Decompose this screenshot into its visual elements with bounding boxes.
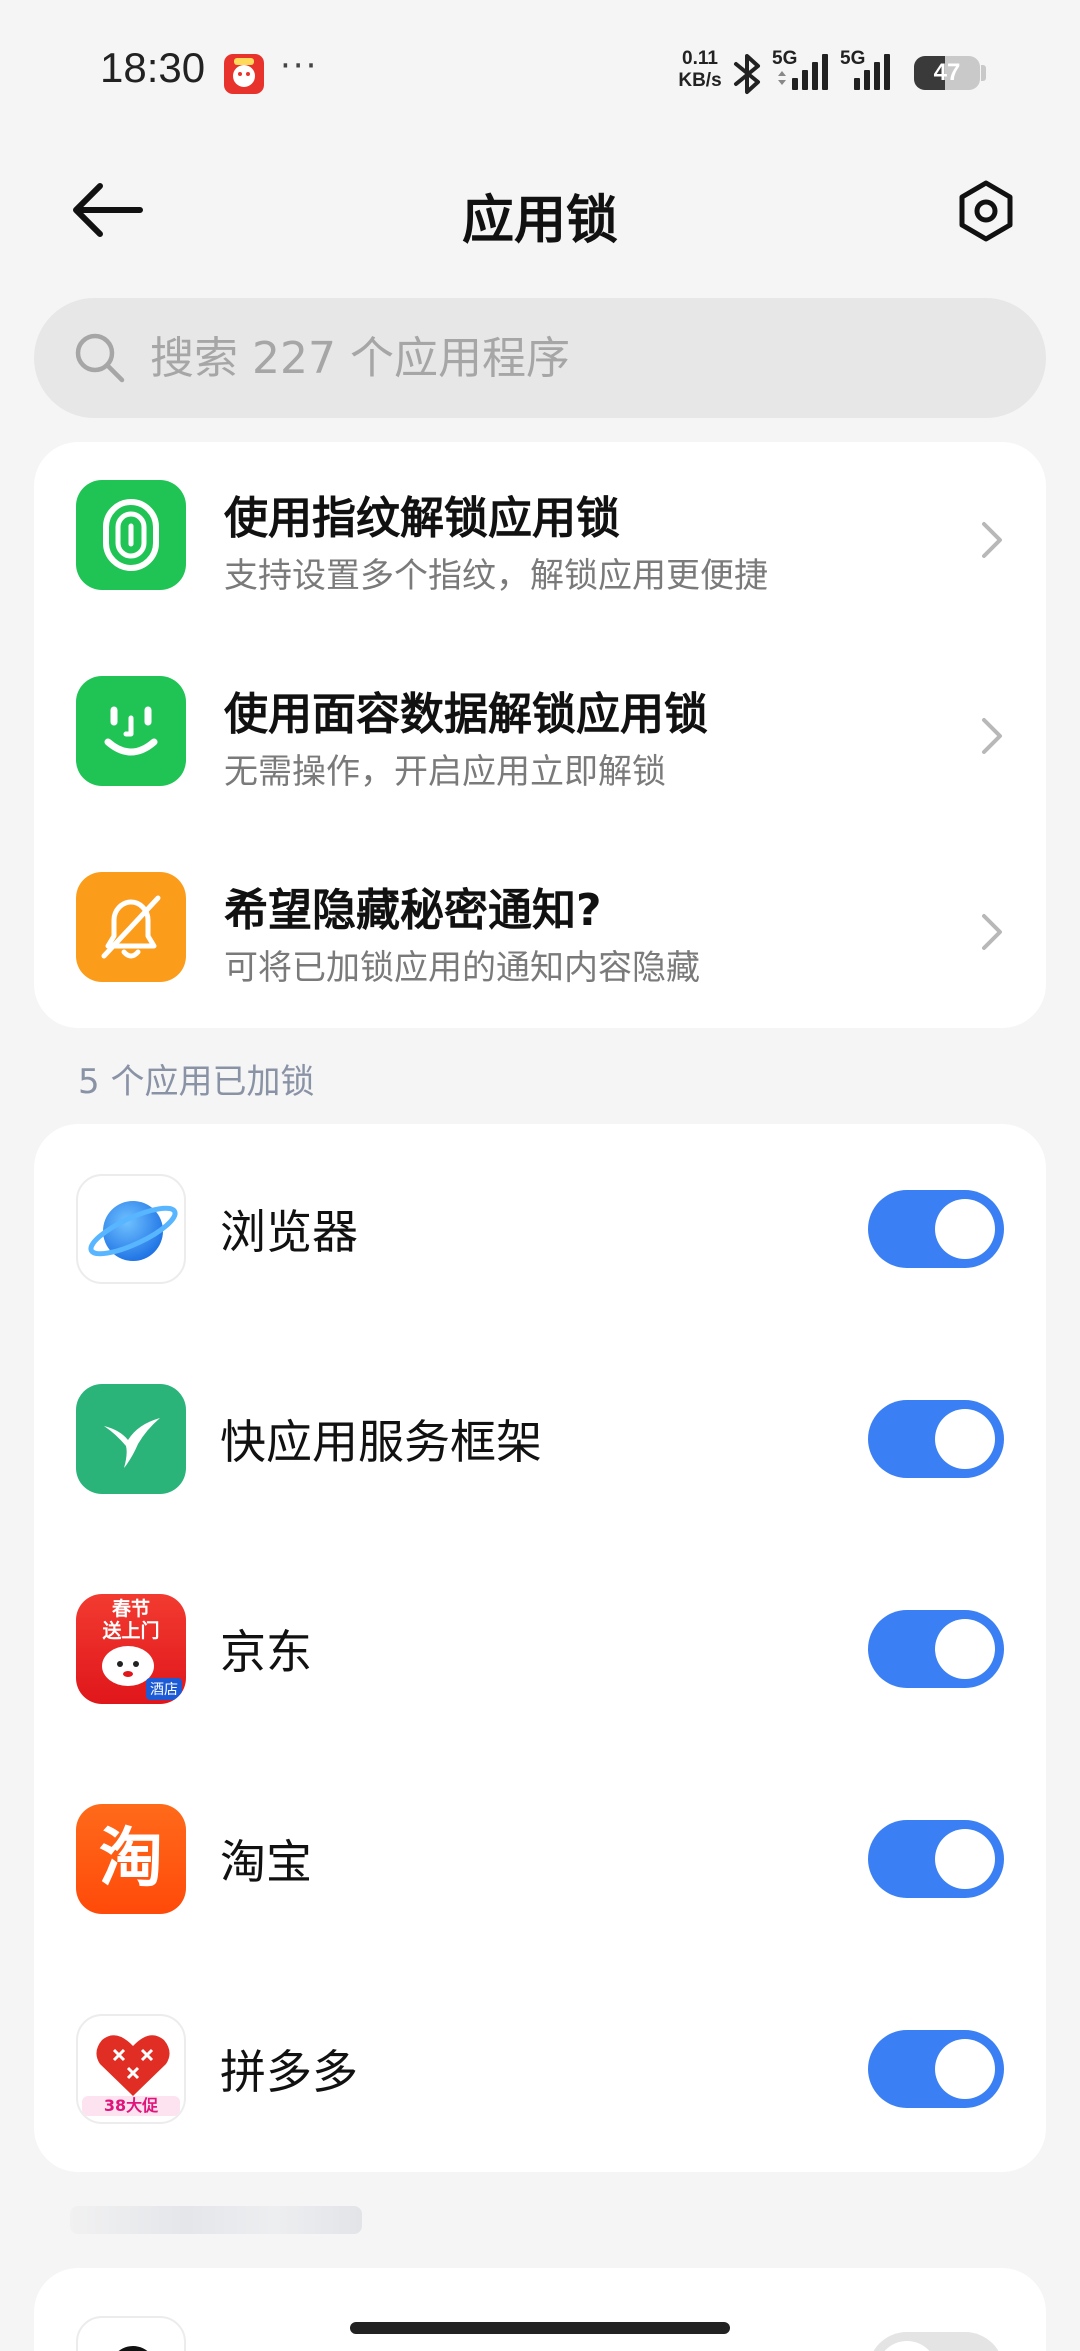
hide-notifications-row[interactable]: 希望隐藏秘密通知? 可将已加锁应用的通知内容隐藏 xyxy=(34,834,1046,1030)
lock-toggle[interactable] xyxy=(868,1820,1004,1898)
pinduoduo-icon-badge: 38大促 xyxy=(82,2096,180,2116)
chevron-right-icon xyxy=(982,522,1002,558)
feature-subtitle: 可将已加锁应用的通知内容隐藏 xyxy=(224,948,700,988)
feature-title: 使用面容数据解锁应用锁 xyxy=(224,689,708,740)
app-name: 淘宝 xyxy=(220,1835,312,1889)
net-speed-value: 0.11 xyxy=(682,48,718,69)
toggle-knob xyxy=(935,1199,995,1259)
locked-apps-card: 浏览器 快应用服务框架 春节 送上门 酒店 京东 淘 淘宝 38大促 拼多多 xyxy=(34,1124,1046,2172)
lock-toggle[interactable] xyxy=(868,1400,1004,1478)
status-bar: 18:30 ··· 0.11 KB/s 5G 5G 47 xyxy=(0,0,1080,140)
toggle-knob xyxy=(935,1409,995,1469)
app-row-taobao[interactable]: 淘 淘宝 xyxy=(34,1754,1046,1964)
unlocked-apps-section-label xyxy=(70,2206,362,2234)
toggle-knob xyxy=(935,1829,995,1889)
locked-apps-count-label: 5 个应用已加锁 xyxy=(78,1062,315,1102)
browser-planet-icon xyxy=(76,1174,186,1284)
app-row-jd[interactable]: 春节 送上门 酒店 京东 xyxy=(34,1544,1046,1754)
home-indicator[interactable] xyxy=(350,2322,730,2334)
feature-subtitle: 无需操作，开启应用立即解锁 xyxy=(224,752,666,792)
battery-level: 47 xyxy=(933,59,961,86)
qq-penguin-icon xyxy=(76,2316,186,2351)
feature-subtitle: 支持设置多个指纹，解锁应用更便捷 xyxy=(224,556,768,596)
chevron-right-icon xyxy=(982,718,1002,754)
battery-tip xyxy=(981,65,986,81)
face-icon xyxy=(76,676,186,786)
jd-icon-badge: 酒店 xyxy=(146,1678,182,1700)
hummingbird-icon xyxy=(76,1384,186,1494)
lock-toggle[interactable] xyxy=(868,1190,1004,1268)
app-row-partial[interactable] xyxy=(34,2268,1046,2351)
lock-toggle-off[interactable] xyxy=(868,2332,1004,2351)
taobao-icon: 淘 xyxy=(76,1804,186,1914)
pinduoduo-icon: 38大促 xyxy=(76,2014,186,2124)
settings-hexagon-icon xyxy=(959,180,1013,242)
bluetooth-icon xyxy=(734,54,760,94)
more-notifications-icon: ··· xyxy=(280,46,319,86)
search-bar[interactable] xyxy=(34,298,1046,418)
bell-off-icon xyxy=(76,872,186,982)
feature-title: 希望隐藏秘密通知? xyxy=(224,885,602,936)
app-row-quickapp[interactable]: 快应用服务框架 xyxy=(34,1334,1046,1544)
fingerprint-icon xyxy=(76,480,186,590)
battery-icon: 47 xyxy=(914,56,980,90)
jd-icon: 春节 送上门 酒店 xyxy=(76,1594,186,1704)
net-speed-unit: KB/s xyxy=(678,70,722,91)
app-name: 京东 xyxy=(220,1625,312,1679)
feature-title: 使用指纹解锁应用锁 xyxy=(224,493,620,544)
app-row-browser[interactable]: 浏览器 xyxy=(34,1124,1046,1334)
notification-app-icon xyxy=(224,54,264,94)
lock-toggle[interactable] xyxy=(868,2030,1004,2108)
status-time: 18:30 xyxy=(100,44,206,91)
app-name: 拼多多 xyxy=(220,2045,358,2099)
app-name: 快应用服务框架 xyxy=(220,1415,542,1469)
net-speed: 0.11 KB/s xyxy=(674,48,726,92)
toggle-knob xyxy=(935,1619,995,1679)
app-row-pinduoduo[interactable]: 38大促 拼多多 xyxy=(34,1964,1046,2174)
toggle-knob xyxy=(877,2341,937,2351)
unlock-options-card: 使用指纹解锁应用锁 支持设置多个指纹，解锁应用更便捷 使用面容数据解锁应用锁 无… xyxy=(34,442,1046,1028)
lock-toggle[interactable] xyxy=(868,1610,1004,1688)
toggle-knob xyxy=(935,2039,995,2099)
page-title: 应用锁 xyxy=(461,191,618,251)
taobao-icon-text: 淘 xyxy=(99,1822,163,1896)
search-input[interactable] xyxy=(150,298,1010,418)
search-icon xyxy=(75,333,125,383)
face-unlock-row[interactable]: 使用面容数据解锁应用锁 无需操作，开启应用立即解锁 xyxy=(34,638,1046,834)
settings-button[interactable] xyxy=(950,175,1022,247)
unlocked-apps-card xyxy=(34,2268,1046,2351)
chevron-right-icon xyxy=(982,914,1002,950)
app-name: 浏览器 xyxy=(220,1205,358,1259)
fingerprint-unlock-row[interactable]: 使用指纹解锁应用锁 支持设置多个指纹，解锁应用更便捷 xyxy=(34,442,1046,638)
